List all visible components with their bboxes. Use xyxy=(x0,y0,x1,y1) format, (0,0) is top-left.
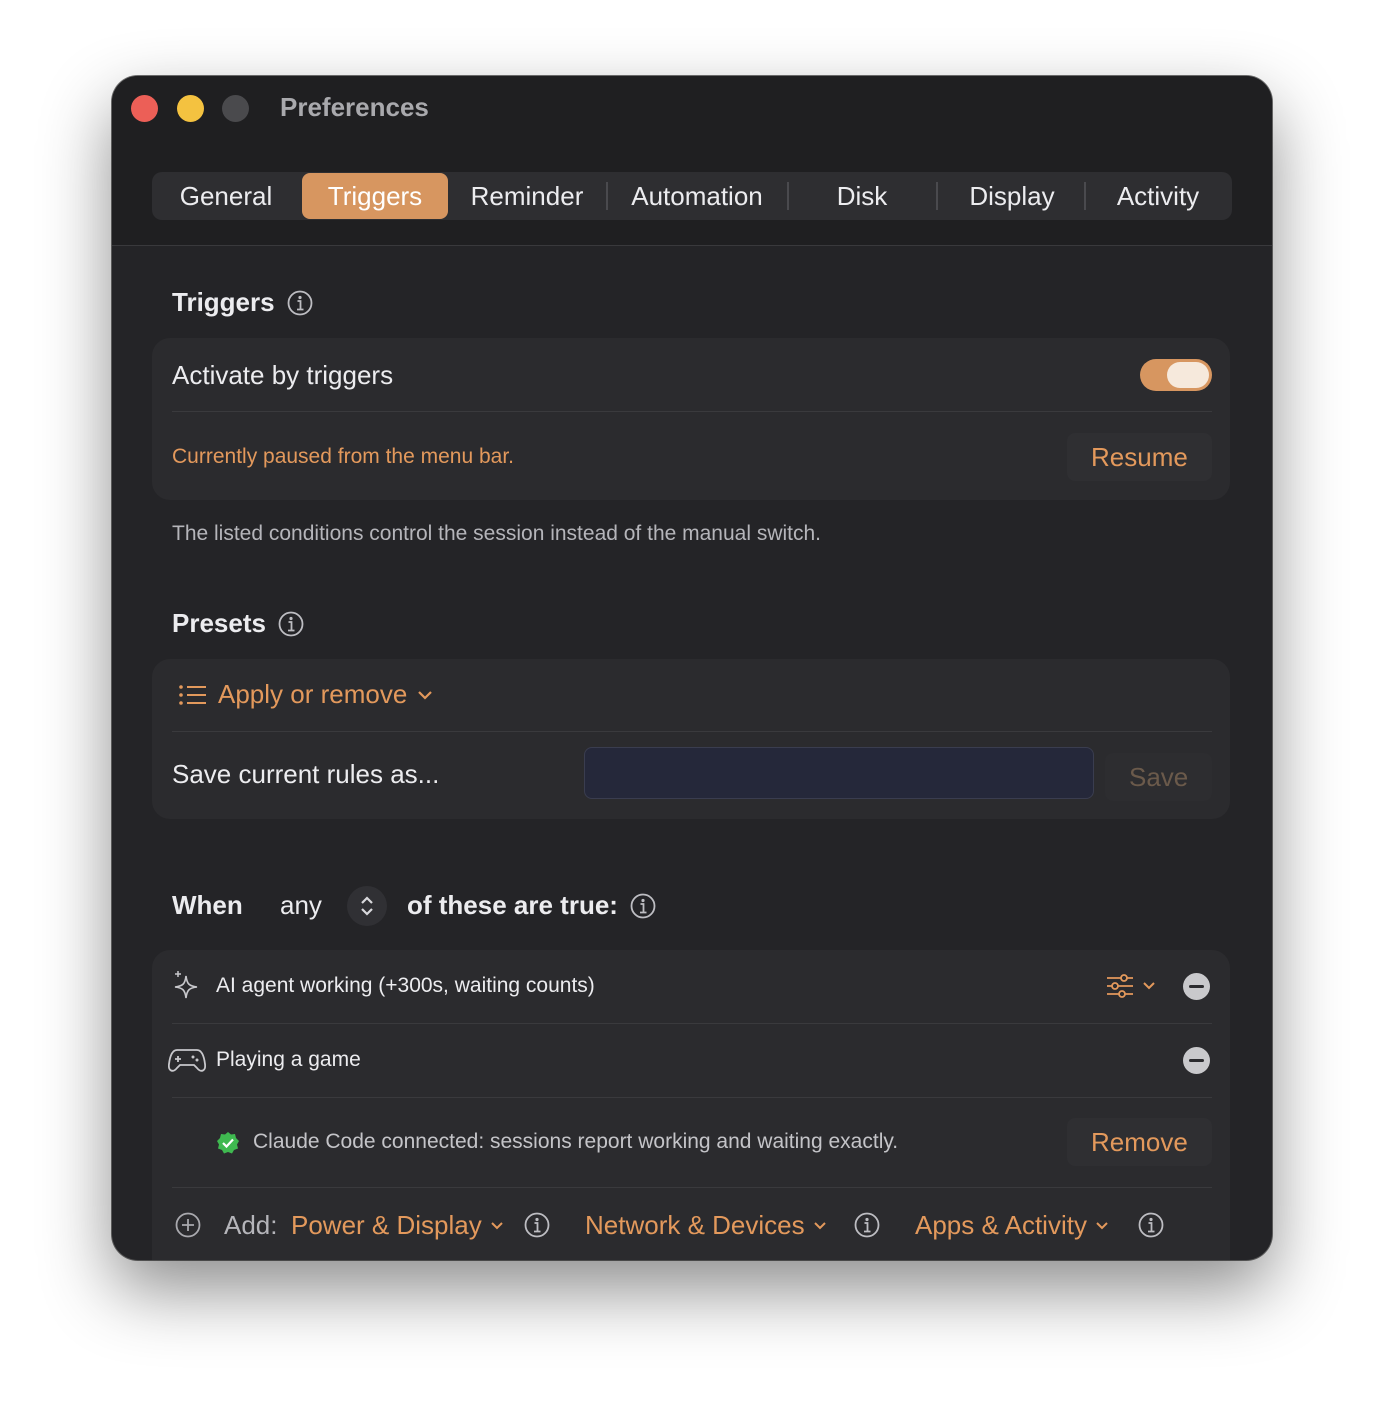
add-network-devices-label: Network & Devices xyxy=(585,1210,805,1240)
preset-name-input[interactable] xyxy=(584,747,1094,799)
preferences-window: Preferences General Triggers Reminder Au… xyxy=(112,76,1272,1260)
activate-by-triggers-label: Activate by triggers xyxy=(172,360,394,390)
presets-title: Presets xyxy=(172,608,266,638)
conditions-card: AI agent working (+300s, waiting counts)… xyxy=(152,950,1230,1260)
divider xyxy=(172,1187,1212,1188)
tab-disk[interactable]: Disk xyxy=(792,172,932,220)
remove-button[interactable]: Remove xyxy=(1067,1118,1212,1166)
resume-button[interactable]: Resume xyxy=(1067,433,1212,481)
condition-game-label: Playing a game xyxy=(216,1048,361,1071)
sliders-icon xyxy=(1107,974,1133,998)
toggle-knob xyxy=(1167,362,1209,388)
divider xyxy=(172,1023,1212,1024)
tab-reminder[interactable]: Reminder xyxy=(452,172,602,220)
divider xyxy=(172,1097,1212,1098)
chevron-down-icon xyxy=(1096,1221,1108,1229)
info-icon[interactable] xyxy=(524,1212,550,1238)
add-circle-icon xyxy=(175,1212,201,1238)
condition-ai-agent-label: AI agent working (+300s, waiting counts) xyxy=(216,974,595,997)
info-icon[interactable] xyxy=(1138,1212,1164,1238)
presets-heading: Presets xyxy=(172,608,304,639)
tab-divider xyxy=(787,182,789,210)
chevron-down-icon xyxy=(1143,982,1155,990)
title-bar: Preferences xyxy=(112,76,1272,140)
close-window-button[interactable] xyxy=(131,95,158,122)
condition-options-menu[interactable] xyxy=(1106,974,1156,998)
tab-bar: General Triggers Reminder Automation Dis… xyxy=(152,172,1232,220)
chevron-down-icon xyxy=(813,1221,826,1229)
add-apps-activity-label: Apps & Activity xyxy=(915,1210,1087,1240)
apply-or-remove-label: Apply or remove xyxy=(218,679,408,709)
triggers-card: Activate by triggers Currently paused fr… xyxy=(152,338,1230,500)
tab-automation[interactable]: Automation xyxy=(612,172,782,220)
add-power-display-label: Power & Display xyxy=(291,1210,482,1240)
divider xyxy=(172,731,1212,732)
paused-status-text: Currently paused from the menu bar. xyxy=(172,445,515,468)
triggers-heading: Triggers xyxy=(172,287,313,318)
presets-card: Apply or remove Save current rules as...… xyxy=(152,659,1230,819)
add-apps-activity-menu[interactable]: Apps & Activity xyxy=(915,1210,1109,1241)
toolbar: General Triggers Reminder Automation Dis… xyxy=(112,140,1272,246)
match-mode-value: any xyxy=(280,890,322,920)
info-icon[interactable] xyxy=(854,1212,880,1238)
conditions-suffix: of these are true: xyxy=(407,890,656,921)
conditions-suffix-label: of these are true: xyxy=(407,890,618,920)
tab-activity[interactable]: Activity xyxy=(1088,172,1228,220)
save-button[interactable]: Save xyxy=(1105,753,1213,801)
list-icon xyxy=(179,684,206,705)
window-title: Preferences xyxy=(280,92,429,122)
chevron-down-icon xyxy=(418,690,433,700)
activate-by-triggers-toggle[interactable] xyxy=(1140,359,1212,391)
gamepad-icon xyxy=(168,1049,206,1072)
chevron-down-icon xyxy=(491,1221,503,1229)
add-label: Add: xyxy=(224,1210,278,1240)
remove-condition-button[interactable] xyxy=(1183,1047,1210,1074)
verified-badge-icon xyxy=(217,1132,239,1154)
add-power-display-menu[interactable]: Power & Display xyxy=(291,1210,504,1241)
zoom-window-button[interactable] xyxy=(222,95,249,122)
info-icon[interactable] xyxy=(630,893,656,919)
triggers-description: The listed conditions control the sessio… xyxy=(172,522,822,545)
tab-general[interactable]: General xyxy=(152,172,300,220)
chevron-up-down-icon xyxy=(361,896,373,916)
tab-divider xyxy=(1084,182,1086,210)
triggers-title: Triggers xyxy=(172,287,275,317)
sparkles-icon xyxy=(174,971,198,999)
info-icon[interactable] xyxy=(278,611,304,637)
info-icon[interactable] xyxy=(287,290,313,316)
divider xyxy=(172,411,1212,412)
minimize-window-button[interactable] xyxy=(177,95,204,122)
match-mode-stepper[interactable] xyxy=(347,886,387,926)
tab-display[interactable]: Display xyxy=(942,172,1082,220)
tab-triggers[interactable]: Triggers xyxy=(302,173,448,219)
apply-or-remove-menu[interactable]: Apply or remove xyxy=(178,679,433,710)
add-network-devices-menu[interactable]: Network & Devices xyxy=(585,1210,827,1241)
claude-code-status-text: Claude Code connected: sessions report w… xyxy=(253,1130,899,1153)
save-rules-label: Save current rules as... xyxy=(172,759,440,789)
conditions-heading: When xyxy=(172,890,243,921)
when-label: When xyxy=(172,890,243,920)
remove-condition-button[interactable] xyxy=(1183,973,1210,1000)
tab-divider xyxy=(936,182,938,210)
tab-divider xyxy=(606,182,608,210)
